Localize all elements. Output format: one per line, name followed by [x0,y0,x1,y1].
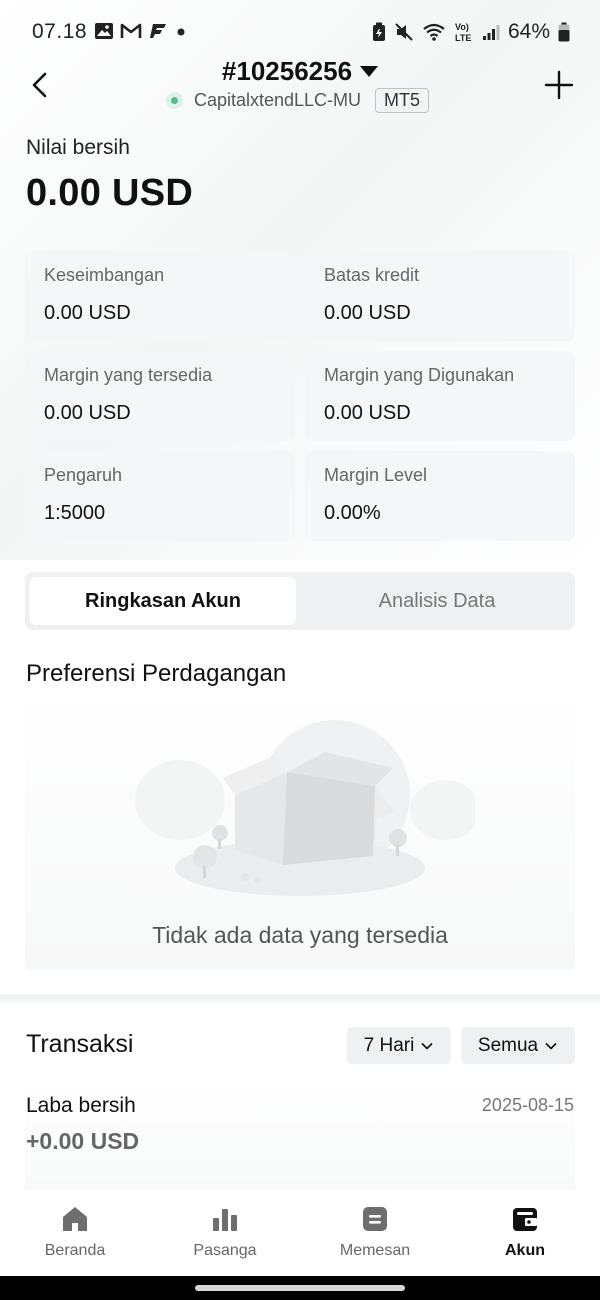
stat-value: 0.00 USD [324,302,411,324]
tab-account-summary[interactable]: Ringkasan Akun [30,577,296,625]
empty-state: Tidak ada data yang tersedia [25,690,575,970]
status-bar: 07.18 Vo) LTE 64% [0,0,600,64]
stat-label: Margin yang tersedia [44,365,213,385]
order-icon [363,1207,387,1231]
svg-text:Vo): Vo) [455,22,469,32]
nav-home[interactable]: Beranda [0,1190,150,1276]
gmail-icon [120,23,142,38]
type-filter-label: Semua [477,1034,539,1056]
summary-tabs: Ringkasan Akun Analisis Data [25,572,575,630]
empty-state-text: Tidak ada data yang tersedia [152,922,448,948]
net-value-amount: 0.00 USD [26,172,194,214]
nav-label: Beranda [44,1242,106,1259]
stat-value: 0.00 USD [324,402,411,424]
home-icon [63,1207,87,1231]
chevron-down-icon [421,1042,433,1050]
signal-icon [482,25,500,40]
mute-icon [395,23,413,41]
chevron-down-icon [545,1042,557,1050]
battery-percent: 64% [507,20,550,43]
stat-label: Margin yang Digunakan [324,365,515,385]
platform-badge: MT5 [375,88,430,113]
trading-preferences-title: Preferensi Perdagangan [26,660,287,687]
section-divider [0,994,600,1002]
nav-orders[interactable]: Memesan [300,1190,450,1276]
gallery-icon [95,23,113,39]
volte-icon: Vo)LTE [455,22,471,43]
nav-account[interactable]: Akun [450,1190,600,1276]
system-gesture-bar [0,1276,600,1300]
app-f-icon [150,24,166,38]
account-selector[interactable]: #10256256 [0,56,600,87]
account-number: #10256256 [221,56,353,86]
stat-label: Keseimbangan [44,265,165,285]
stat-label: Margin Level [324,465,428,485]
stat-value: 0.00 USD [44,302,131,324]
wifi-icon [423,23,445,41]
caret-down-icon [360,65,379,77]
wallet-icon [513,1208,537,1231]
period-filter-dropdown[interactable]: 7 Hari [347,1027,451,1064]
home-gesture-handle[interactable] [195,1285,405,1291]
account-server-row: CapitalxtendLLC-MU MT5 [0,88,600,113]
net-profit-date: 2025-08-15 [481,1095,574,1115]
stat-label: Batas kredit [324,265,420,285]
nav-label: Akun [505,1242,545,1259]
stat-card-credit: Batas kredit 0.00 USD [305,251,575,341]
stat-card-margin-level: Margin Level 0.00% [305,451,575,541]
stat-value: 0.00 USD [44,402,131,424]
net-profit-label: Laba bersih [26,1094,136,1117]
empty-box-illustration [135,720,475,896]
nav-label: Memesan [339,1242,411,1259]
nav-label: Pasanga [193,1242,257,1259]
period-filter-label: 7 Hari [363,1034,415,1056]
server-name: CapitalxtendLLC-MU [193,90,362,110]
net-value-label: Nilai bersih [26,136,130,159]
stat-card-leverage: Pengaruh 1:5000 [25,451,295,541]
bottom-navigation: Beranda Pasanga Memesan Akun [0,1190,600,1276]
dot-icon [177,28,185,36]
net-profit-value: +0.00 USD [26,1128,140,1154]
tab-data-analysis[interactable]: Analisis Data [304,577,570,625]
stat-label: Pengaruh [44,465,123,485]
stat-card-balance: Keseimbangan 0.00 USD [25,251,295,341]
stat-value: 1:5000 [44,502,106,524]
battery-saver-icon [372,22,385,41]
type-filter-dropdown[interactable]: Semua [461,1027,575,1064]
stat-card-used-margin: Margin yang Digunakan 0.00 USD [305,351,575,441]
bar-chart-icon [213,1209,237,1231]
battery-icon [558,22,570,42]
transactions-title: Transaksi [26,1030,134,1058]
nav-pairs[interactable]: Pasanga [150,1190,300,1276]
svg-text:LTE: LTE [455,33,471,43]
status-time: 07.18 [32,20,88,43]
stat-value: 0.00% [324,502,381,524]
online-status-icon [170,97,178,104]
stat-card-free-margin: Margin yang tersedia 0.00 USD [25,351,295,441]
